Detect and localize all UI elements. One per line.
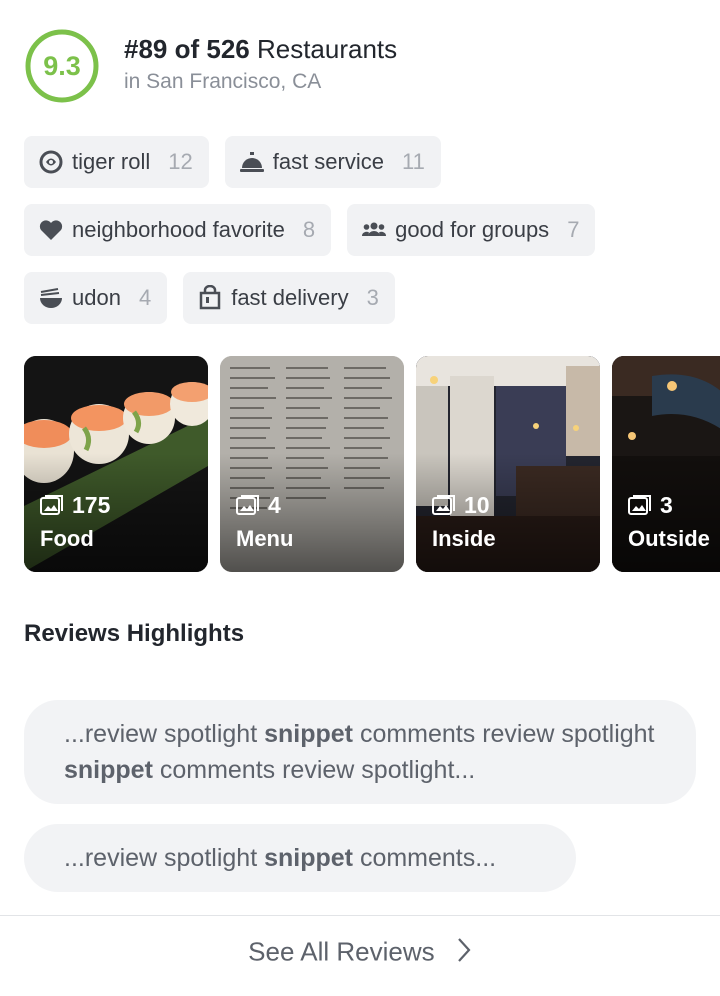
sushi-icon: [38, 149, 64, 175]
photo-card-inside[interactable]: 10 Inside: [416, 356, 600, 572]
photo-card-menu[interactable]: 4 Menu: [220, 356, 404, 572]
photo-gallery-icon: [628, 494, 651, 515]
noodle-bowl-icon: [38, 285, 64, 311]
review-snippet[interactable]: ...review spotlight snippet comments...: [24, 824, 576, 892]
photo-gallery-icon: [432, 494, 455, 515]
service-bell-icon: [239, 149, 265, 175]
reviews-highlights-title: Reviews Highlights: [24, 620, 245, 647]
tag-fast-service[interactable]: fast service 11: [224, 136, 441, 188]
tag-list: tiger roll 12 fast service 11 neighborho…: [24, 136, 714, 340]
tag-tiger-roll[interactable]: tiger roll 12: [24, 136, 209, 188]
photo-count: 4: [268, 492, 281, 518]
photo-label: Outside: [628, 526, 710, 551]
photo-count: 175: [72, 492, 111, 518]
rating-score: 9.3: [43, 51, 81, 81]
tag-neighborhood-favorite[interactable]: neighborhood favorite 8: [24, 204, 332, 256]
photo-gallery-icon: [236, 494, 259, 515]
shopping-bag-icon: [197, 285, 223, 311]
photo-count: 3: [660, 492, 673, 518]
divider: [0, 915, 720, 916]
tag-fast-delivery[interactable]: fast delivery 3: [183, 272, 395, 324]
tag-udon[interactable]: udon 4: [24, 272, 168, 324]
review-snippet[interactable]: ...review spotlight snippet comments rev…: [24, 700, 696, 804]
see-all-reviews-button[interactable]: See All Reviews: [0, 936, 720, 971]
chevron-right-icon: [456, 936, 472, 971]
photo-gallery-icon: [40, 494, 63, 515]
photo-label: Inside: [432, 526, 496, 551]
photo-count: 10: [464, 492, 490, 518]
restaurant-header: 9.3 #89 of 526 Restaurants in San Franci…: [24, 28, 704, 108]
photo-card-food[interactable]: 175 Food: [24, 356, 208, 572]
photo-card-outside[interactable]: 3 Outside: [612, 356, 720, 572]
group-icon: [361, 217, 387, 243]
photo-label: Food: [40, 526, 94, 551]
photo-carousel[interactable]: 175 Food 4 Menu 10 Inside 3 Outside: [24, 356, 720, 572]
rating-score-ring: 9.3: [24, 28, 100, 104]
photo-label: Menu: [236, 526, 294, 551]
tag-good-for-groups[interactable]: good for groups 7: [347, 204, 596, 256]
location-text: in San Francisco, CA: [124, 70, 322, 93]
heart-icon: [38, 217, 64, 243]
ranking-text: #89 of 526 Restaurants: [124, 34, 398, 64]
